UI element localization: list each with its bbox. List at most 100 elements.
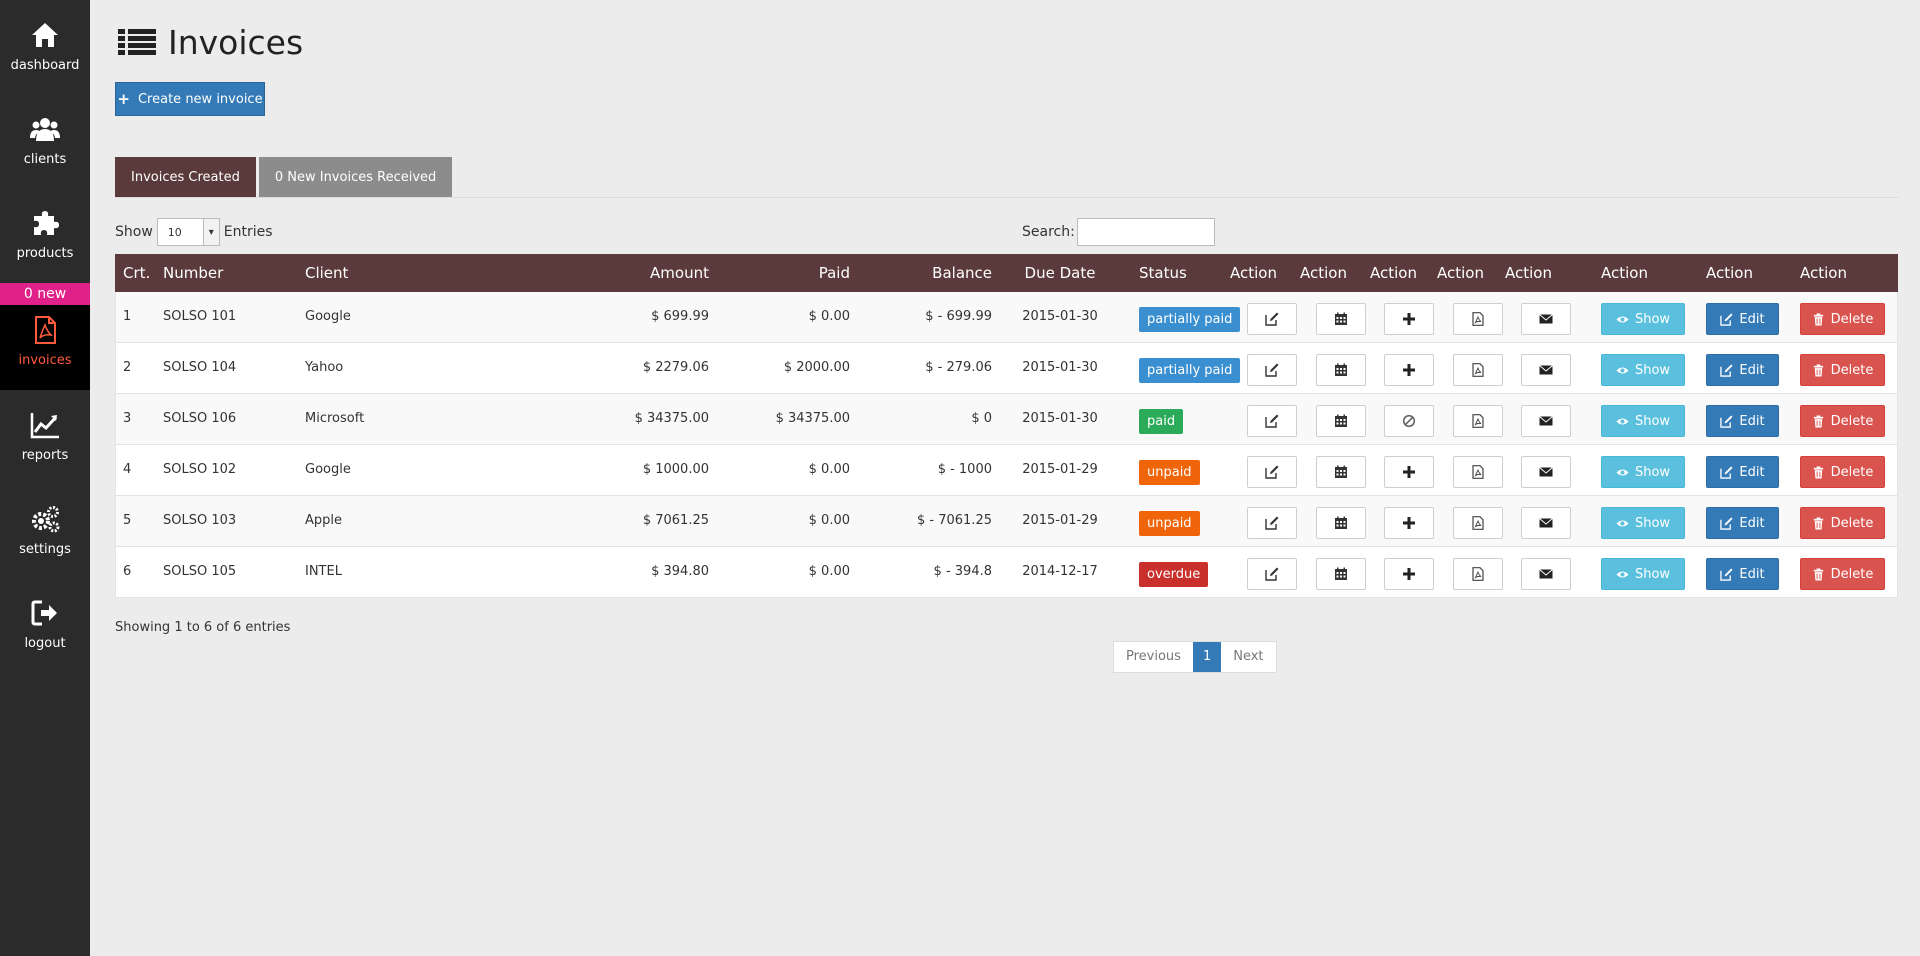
download-pdf-button[interactable] (1453, 456, 1503, 488)
table-row: 1 SOLSO 101 Google $ 699.99 $ 0.00 $ - 699.99… (115, 292, 1898, 343)
email-invoice-button[interactable] (1521, 507, 1571, 539)
add-payment-button[interactable] (1384, 354, 1434, 386)
edit-invoice-button[interactable] (1247, 303, 1297, 335)
sidebar-item-reports[interactable]: reports (0, 390, 90, 484)
column-header-crt[interactable]: Crt. (123, 254, 150, 292)
email-invoice-button[interactable] (1521, 405, 1571, 437)
show-invoice-button[interactable]: Show (1601, 354, 1685, 386)
sidebar-item-settings[interactable]: settings (0, 484, 90, 578)
delete-button[interactable]: Delete (1800, 405, 1885, 437)
set-due-date-button[interactable] (1316, 303, 1366, 335)
sidebar: dashboard clients products 0 new invoice… (0, 0, 90, 956)
previous-page-button[interactable]: Previous (1114, 642, 1193, 672)
delete-label: Delete (1830, 311, 1874, 327)
edit-button[interactable]: Edit (1706, 354, 1779, 386)
add-payment-button[interactable] (1384, 456, 1434, 488)
edit-button[interactable]: Edit (1706, 507, 1779, 539)
status-badge: overdue (1139, 562, 1209, 587)
edit-icon (1265, 414, 1279, 428)
edit-invoice-button[interactable] (1247, 354, 1297, 386)
sidebar-item-label: reports (21, 448, 69, 463)
column-header-status[interactable]: Status (1139, 254, 1187, 292)
delete-label: Delete (1830, 362, 1874, 378)
download-pdf-button[interactable] (1453, 303, 1503, 335)
search-input[interactable] (1076, 218, 1215, 246)
show-invoice-button[interactable]: Show (1601, 303, 1685, 335)
download-pdf-button[interactable] (1453, 507, 1503, 539)
cell-due-date: 2015-01-29 (1022, 462, 1098, 477)
tab-invoices-created[interactable]: Invoices Created (115, 157, 256, 197)
trash-icon (1812, 465, 1831, 479)
edit-invoice-button[interactable] (1247, 507, 1297, 539)
show-label: Show (1634, 311, 1671, 327)
page-length-control: Show 10 ▾ Entries (115, 218, 273, 246)
cell-number: SOLSO 104 (163, 360, 237, 375)
sidebar-item-invoices[interactable]: invoices (0, 305, 90, 390)
trash-icon (1812, 312, 1831, 326)
sidebar-item-logout[interactable]: logout (0, 578, 90, 672)
edit-icon (1265, 312, 1279, 326)
edit-button[interactable]: Edit (1706, 405, 1779, 437)
email-invoice-button[interactable] (1521, 354, 1571, 386)
add-payment-button[interactable] (1384, 558, 1434, 590)
cell-due-date: 2014-12-17 (1022, 564, 1098, 579)
delete-button[interactable]: Delete (1800, 303, 1885, 335)
download-pdf-button[interactable] (1453, 558, 1503, 590)
show-invoice-button[interactable]: Show (1601, 558, 1685, 590)
column-header-client[interactable]: Client (305, 254, 348, 292)
edit-button[interactable]: Edit (1706, 456, 1779, 488)
column-header-amount[interactable]: Amount (515, 254, 709, 292)
gears-icon (32, 506, 60, 533)
sidebar-item-products[interactable]: products (0, 188, 90, 282)
edit-invoice-button[interactable] (1247, 456, 1297, 488)
next-page-button[interactable]: Next (1221, 642, 1275, 672)
download-pdf-button[interactable] (1453, 354, 1503, 386)
plus-icon (1402, 363, 1416, 377)
add-payment-button[interactable] (1384, 303, 1434, 335)
add-payment-button[interactable] (1384, 507, 1434, 539)
column-header-number[interactable]: Number (163, 254, 223, 292)
set-due-date-button[interactable] (1316, 558, 1366, 590)
sidebar-item-dashboard[interactable]: dashboard (0, 0, 90, 94)
delete-button[interactable]: Delete (1800, 354, 1885, 386)
show-invoice-button[interactable]: Show (1601, 405, 1685, 437)
column-header-balance[interactable]: Balance (855, 254, 992, 292)
cell-paid: $ 34375.00 (775, 411, 850, 426)
edit-invoice-button[interactable] (1247, 558, 1297, 590)
email-invoice-button[interactable] (1521, 456, 1571, 488)
page-1-button[interactable]: 1 (1192, 642, 1222, 672)
edit-invoice-button[interactable] (1247, 405, 1297, 437)
set-due-date-button[interactable] (1316, 456, 1366, 488)
cell-client: Apple (305, 513, 343, 528)
column-header-due-date[interactable]: Due Date (1010, 254, 1110, 292)
cell-paid: $ 0.00 (808, 564, 850, 579)
cell-balance: $ - 7061.25 (917, 513, 992, 528)
delete-button[interactable]: Delete (1800, 558, 1885, 590)
page-length-select[interactable]: 10 ▾ (156, 218, 220, 246)
show-invoice-button[interactable]: Show (1601, 507, 1685, 539)
set-due-date-button[interactable] (1316, 405, 1366, 437)
calendar-icon (1334, 567, 1348, 581)
status-badge: partially paid (1139, 307, 1241, 332)
set-due-date-button[interactable] (1316, 507, 1366, 539)
email-invoice-button[interactable] (1521, 558, 1571, 590)
chevron-down-icon: ▾ (202, 219, 219, 245)
edit-button[interactable]: Edit (1706, 558, 1779, 590)
cell-amount: $ 7061.25 (642, 513, 709, 528)
pencil-square-icon (1720, 516, 1739, 530)
cell-amount: $ 1000.00 (642, 462, 709, 477)
tab-invoices-received[interactable]: 0 New Invoices Received (258, 157, 453, 197)
edit-button[interactable]: Edit (1706, 303, 1779, 335)
email-invoice-button[interactable] (1521, 303, 1571, 335)
create-invoice-button[interactable]: + Create new invoice (115, 82, 265, 116)
show-invoice-button[interactable]: Show (1601, 456, 1685, 488)
column-header-paid[interactable]: Paid (715, 254, 850, 292)
cell-client: Microsoft (305, 411, 365, 426)
set-due-date-button[interactable] (1316, 354, 1366, 386)
delete-button[interactable]: Delete (1800, 507, 1885, 539)
search-label: Search: (1022, 224, 1075, 240)
delete-button[interactable]: Delete (1800, 456, 1885, 488)
add-payment-button[interactable] (1384, 405, 1434, 437)
sidebar-item-clients[interactable]: clients (0, 94, 90, 188)
download-pdf-button[interactable] (1453, 405, 1503, 437)
